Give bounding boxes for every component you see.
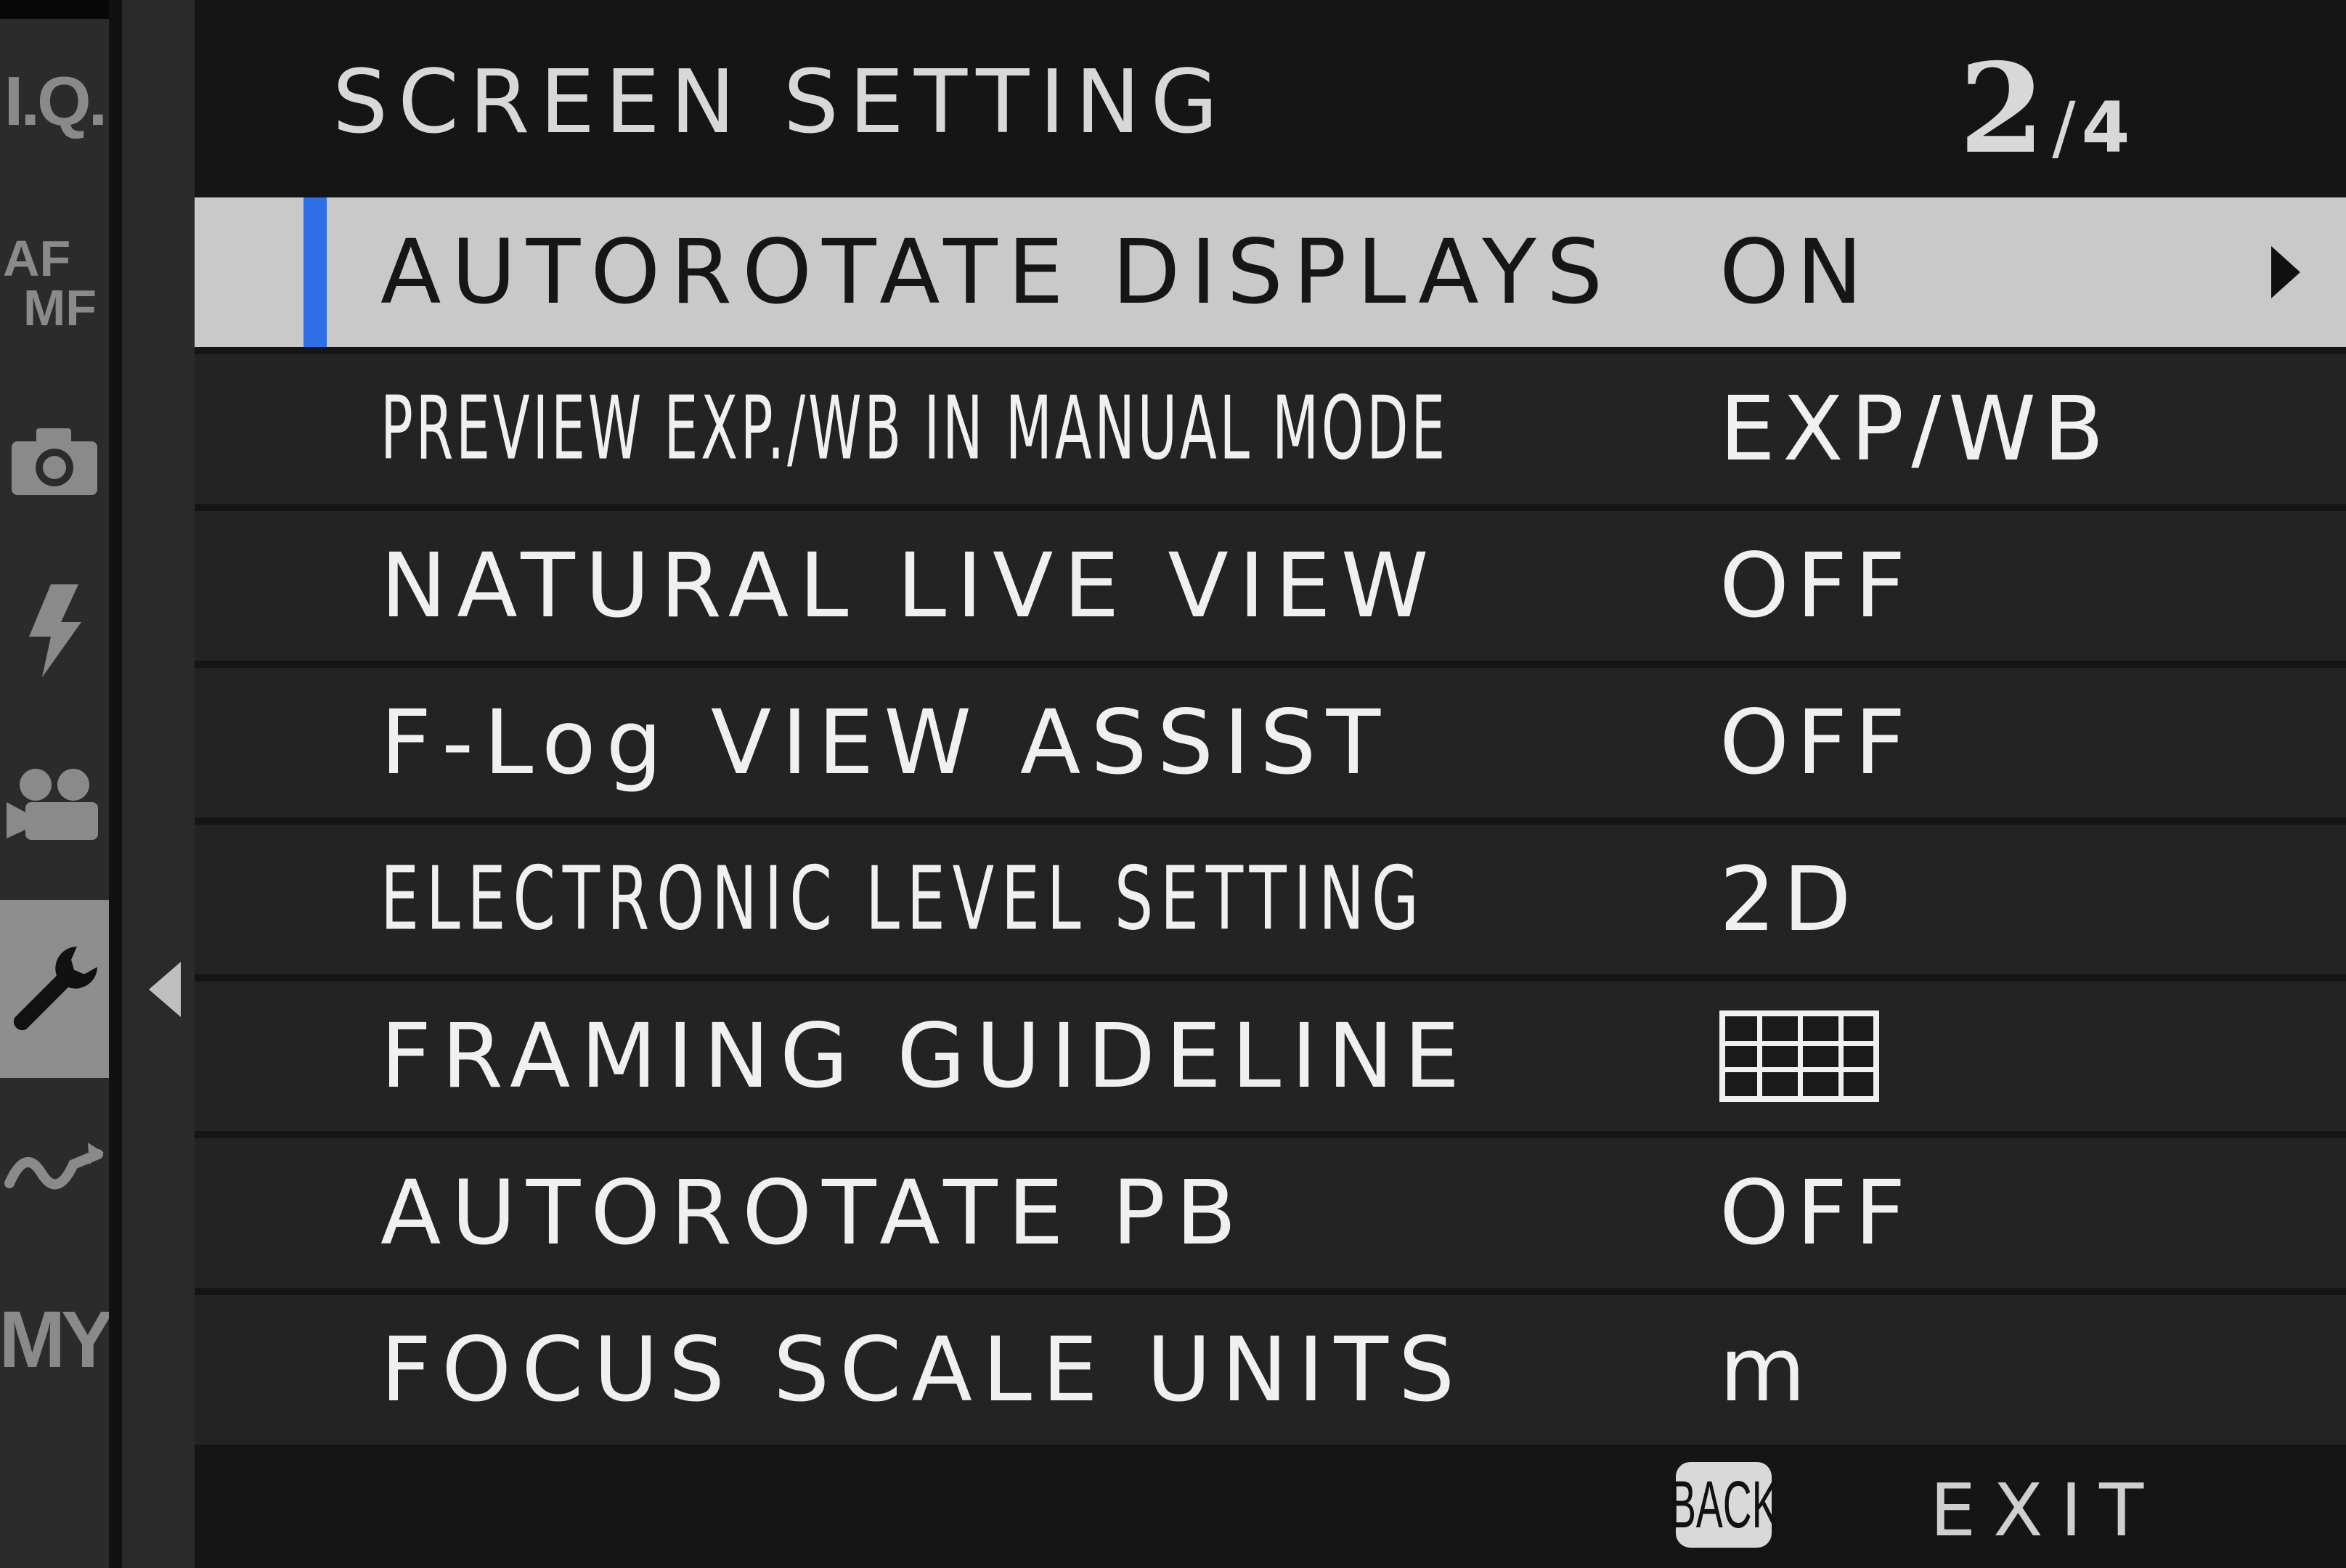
footer-bar: BACK EXIT xyxy=(195,1446,2346,1568)
menu-item-value: ON xyxy=(1719,221,1870,324)
custom-wave-icon xyxy=(4,1143,104,1190)
back-column xyxy=(122,0,195,1568)
left-arrow-icon[interactable] xyxy=(149,962,181,1017)
tab-shooting[interactable] xyxy=(0,388,109,534)
svg-text:MF: MF xyxy=(23,279,97,334)
page-total: 4 xyxy=(2081,87,2130,168)
menu-item-label: F-Log VIEW ASSIST xyxy=(380,691,1391,794)
svg-text:AF: AF xyxy=(3,230,70,287)
menu-item-value: OFF xyxy=(1719,534,1913,637)
tab-separator xyxy=(109,0,122,1568)
menu-item-label: FOCUS SCALE UNITS xyxy=(380,1318,1465,1421)
menu-item-autorotate-displays[interactable]: AUTOROTATE DISPLAYS ON xyxy=(195,197,2346,347)
page-title: SCREEN SETTING xyxy=(333,52,1229,153)
settings-panel: SCREEN SETTING 2/4 AUTOROTATE DISPLAYS O… xyxy=(195,0,2346,1568)
af-mf-icon: AF MF xyxy=(3,230,97,334)
tab-custom[interactable] xyxy=(0,1096,109,1241)
menu-item-f-log-view-assist[interactable]: F-Log VIEW ASSIST OFF xyxy=(195,668,2346,817)
menu-item-electronic-level-setting[interactable]: ELECTRONIC LEVEL SETTING 2D xyxy=(195,825,2346,974)
back-label: BACK xyxy=(1669,1467,1779,1542)
menu-tab-column: I.Q. AF MF MY xyxy=(0,0,115,1568)
menu-item-autorotate-pb[interactable]: AUTOROTATE PB OFF xyxy=(195,1138,2346,1288)
menu-item-value: OFF xyxy=(1719,691,1913,794)
framing-grid-icon xyxy=(1719,1010,1879,1102)
page-separator: / xyxy=(2052,87,2076,168)
exit-label: EXIT xyxy=(1930,1468,2162,1553)
page-current: 2 xyxy=(1959,36,2045,181)
selection-indicator xyxy=(304,197,327,347)
menu-item-preview-exp-wb[interactable]: PREVIEW EXP./WB IN MANUAL MODE EXP/WB xyxy=(195,354,2346,504)
back-button[interactable]: BACK xyxy=(1669,1462,1778,1548)
tab-setup[interactable] xyxy=(0,900,109,1078)
camera-icon xyxy=(12,428,97,495)
wrench-icon xyxy=(13,946,97,1030)
tab-column-top-bar xyxy=(0,0,109,19)
menu-item-value: OFF xyxy=(1719,1161,1913,1265)
tab-af-mf[interactable]: AF MF xyxy=(0,207,109,352)
menu-item-framing-guideline[interactable]: FRAMING GUIDELINE xyxy=(195,981,2346,1131)
tab-image-quality[interactable]: I.Q. xyxy=(0,29,109,174)
tab-my-menu[interactable]: MY xyxy=(0,1267,115,1412)
menu-item-label: NATURAL LIVE VIEW xyxy=(380,534,1439,637)
menu-item-natural-live-view[interactable]: NATURAL LIVE VIEW OFF xyxy=(195,511,2346,661)
menu-item-label: FRAMING GUIDELINE xyxy=(380,1005,1470,1108)
movie-camera-icon xyxy=(7,769,98,840)
page-indicator: 2/4 xyxy=(1959,36,2130,181)
image-quality-icon: I.Q. xyxy=(4,62,108,140)
menu-item-label: ELECTRONIC LEVEL SETTING xyxy=(380,849,1426,950)
chevron-right-icon xyxy=(2271,246,2300,298)
menu-item-label: AUTOROTATE PB xyxy=(380,1161,1247,1265)
menu-item-value: EXP/WB xyxy=(1719,377,2111,481)
my-menu-icon: MY xyxy=(0,1294,115,1384)
flash-icon xyxy=(29,584,81,677)
menu-item-value: 2D xyxy=(1719,848,1859,951)
menu-item-value: m xyxy=(1719,1318,1813,1421)
tab-movie[interactable] xyxy=(0,733,109,878)
menu-item-focus-scale-units[interactable]: FOCUS SCALE UNITS m xyxy=(195,1295,2346,1445)
tab-flash[interactable] xyxy=(0,559,109,704)
menu-item-label: PREVIEW EXP./WB IN MANUAL MODE xyxy=(380,378,1448,480)
menu-item-label: AUTOROTATE DISPLAYS xyxy=(380,221,1613,324)
